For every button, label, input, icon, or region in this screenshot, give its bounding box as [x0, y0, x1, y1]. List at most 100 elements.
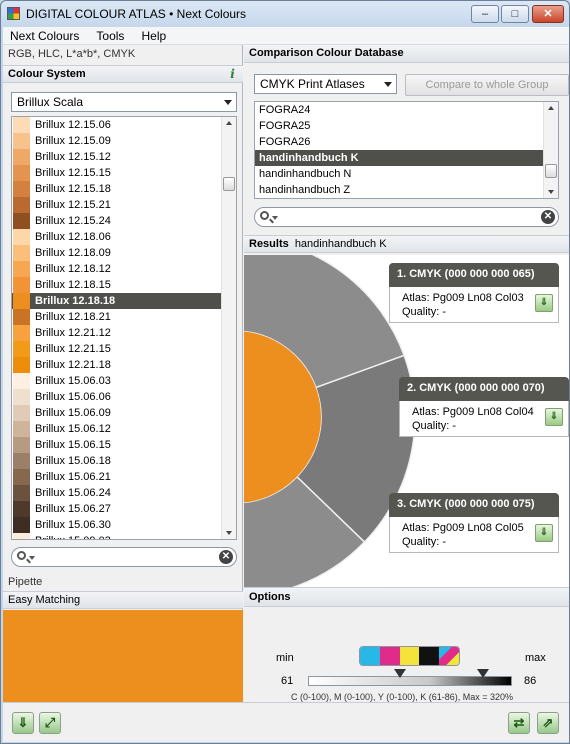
search-options-icon[interactable] — [29, 556, 35, 560]
colour-list-item[interactable]: Brillux 15.06.24 — [12, 485, 236, 501]
colour-list-item[interactable]: Brillux 12.15.15 — [12, 165, 236, 181]
clear-search-icon[interactable]: ✕ — [541, 210, 555, 224]
client-area: RGB, HLC, L*a*b*, CMYK Colour System i B… — [3, 45, 569, 742]
colour-list-item[interactable]: Brillux 12.21.15 — [12, 341, 236, 357]
colour-list-item[interactable]: Brillux 12.15.12 — [12, 149, 236, 165]
colour-list-item[interactable]: Brillux 15.06.21 — [12, 469, 236, 485]
pipette-label[interactable]: Pipette — [8, 576, 42, 588]
colour-list-item[interactable]: Brillux 12.15.06 — [12, 117, 236, 133]
result-card-2[interactable]: 2. CMYK (000 000 000 070) Atlas: Pg009 L… — [399, 377, 569, 437]
colour-list[interactable]: Brillux 12.15.06 Brillux 12.15.09 Brillux … — [11, 116, 237, 540]
database-list-item[interactable]: FOGRA25 — [255, 118, 558, 134]
colour-list-item[interactable]: Brillux 12.18.12 — [12, 261, 236, 277]
compare-whole-group-button[interactable]: Compare to whole Group — [405, 74, 569, 96]
colour-list-scrollbar[interactable] — [221, 117, 236, 539]
colour-swatch — [13, 341, 30, 357]
database-list[interactable]: FOGRA24 FOGRA25 FOGRA26 handinhandbuch Khan… — [254, 101, 559, 199]
database-list-item[interactable]: handinhandbuch K — [255, 150, 558, 166]
colour-list-label: Brillux 12.15.18 — [35, 183, 111, 195]
database-list-item[interactable]: FOGRA26 — [255, 134, 558, 150]
colour-list-item[interactable]: Brillux 12.15.24 — [12, 213, 236, 229]
colour-list-label: Brillux 12.18.06 — [35, 231, 111, 243]
colour-list-item[interactable]: Brillux 15.06.06 — [12, 389, 236, 405]
results-area: 1. CMYK (000 000 000 065) Atlas: Pg009 L… — [244, 255, 569, 587]
menu-help[interactable]: Help — [135, 27, 174, 45]
colour-list-item[interactable]: Brillux 15.06.27 — [12, 501, 236, 517]
scroll-thumb[interactable] — [223, 177, 235, 191]
database-list-item[interactable]: FOGRA24 — [255, 102, 558, 118]
database-search-input[interactable]: ✕ — [254, 207, 559, 227]
colour-swatch — [13, 309, 30, 325]
colour-list-label: Brillux 15.06.21 — [35, 471, 111, 483]
download-icon[interactable]: ⇓ — [12, 712, 34, 734]
scroll-down-icon[interactable] — [548, 190, 554, 194]
colour-list-label: Brillux 15.06.30 — [35, 519, 111, 531]
colour-list-label: Brillux 12.21.12 — [35, 327, 111, 339]
maximize-button[interactable]: □ — [501, 5, 529, 23]
database-list-item[interactable]: handinhandbuch Z — [255, 182, 558, 198]
colour-list-item[interactable]: Brillux 12.15.09 — [12, 133, 236, 149]
info-icon[interactable]: i — [226, 68, 239, 81]
slider-max-handle[interactable] — [477, 669, 490, 678]
magenta-chip[interactable] — [379, 647, 400, 665]
menu-next-colours[interactable]: Next Colours — [3, 27, 86, 45]
search-icon[interactable] — [17, 551, 26, 560]
download-icon[interactable]: ⇓ — [535, 524, 553, 542]
colour-list-item[interactable]: Brillux 12.15.18 — [12, 181, 236, 197]
menu-tools[interactable]: Tools — [89, 27, 131, 45]
colour-swatch — [13, 261, 30, 277]
colour-list-item[interactable]: Brillux 15.06.18 — [12, 453, 236, 469]
database-select[interactable]: CMYK Print Atlases — [254, 74, 397, 94]
min-value: 61 — [281, 675, 294, 687]
black-chip[interactable] — [419, 647, 440, 665]
yellow-chip[interactable] — [399, 647, 420, 665]
cyan-chip[interactable] — [360, 647, 380, 665]
expand-icon[interactable]: ⤢ — [39, 712, 61, 734]
result-card-1[interactable]: 1. CMYK (000 000 000 065) Atlas: Pg009 L… — [389, 263, 559, 323]
colour-list-item[interactable]: Brillux 12.18.18 — [12, 293, 236, 309]
colour-swatch — [13, 213, 30, 229]
colour-list-item[interactable]: Brillux 15.06.30 — [12, 517, 236, 533]
colour-list-item[interactable]: Brillux 12.18.21 — [12, 309, 236, 325]
colour-system-title: Colour System — [8, 68, 86, 80]
close-button[interactable]: ✕ — [532, 5, 564, 23]
colour-swatch — [13, 389, 30, 405]
scroll-thumb[interactable] — [545, 164, 557, 178]
colour-list-item[interactable]: Brillux 15.06.03 — [12, 373, 236, 389]
result-card-3[interactable]: 3. CMYK (000 000 000 075) Atlas: Pg009 L… — [389, 493, 559, 553]
colour-system-select[interactable]: Brillux Scala — [11, 92, 237, 112]
result-body: Atlas: Pg009 Ln08 Col04 Quality: - ⇓ — [399, 401, 569, 437]
colour-list-item[interactable]: Brillux 12.21.12 — [12, 325, 236, 341]
colour-list-item[interactable]: Brillux 12.18.09 — [12, 245, 236, 261]
mixed-chip[interactable] — [439, 647, 459, 665]
cmyk-channel-strip[interactable] — [359, 646, 460, 666]
app-window: DIGITAL COLOUR ATLAS • Next Colours – □ … — [0, 0, 570, 744]
colour-list-item[interactable]: Brillux 15.06.15 — [12, 437, 236, 453]
colour-list-label: Brillux 12.15.06 — [35, 119, 111, 131]
database-list-item[interactable]: handinhandbuch N — [255, 166, 558, 182]
minimize-button[interactable]: – — [471, 5, 499, 23]
download-icon[interactable]: ⇓ — [545, 408, 563, 426]
database-list-scrollbar[interactable] — [543, 102, 558, 198]
export-icon[interactable]: ⇗ — [537, 712, 559, 734]
colour-list-item[interactable]: Brillux 12.18.06 — [12, 229, 236, 245]
search-icon[interactable] — [260, 211, 269, 220]
scroll-down-icon[interactable] — [226, 531, 232, 535]
clear-search-icon[interactable]: ✕ — [219, 550, 233, 564]
scroll-up-icon[interactable] — [548, 106, 554, 110]
options-title: Options — [249, 591, 291, 603]
result-title: 3. CMYK (000 000 000 075) — [389, 493, 559, 517]
colour-list-item[interactable]: Brillux 12.18.15 — [12, 277, 236, 293]
colour-list-item[interactable]: Brillux 12.21.18 — [12, 357, 236, 373]
swap-icon[interactable]: ⇄ — [508, 712, 530, 734]
slider-min-handle[interactable] — [393, 669, 406, 678]
colour-list-label: Brillux 15.06.24 — [35, 487, 111, 499]
colour-list-item[interactable]: Brillux 15.09.03 — [12, 533, 236, 539]
colour-list-item[interactable]: Brillux 15.06.12 — [12, 421, 236, 437]
colour-list-item[interactable]: Brillux 12.15.21 — [12, 197, 236, 213]
colour-search-input[interactable]: ✕ — [11, 547, 237, 567]
search-options-icon[interactable] — [272, 216, 278, 220]
colour-list-item[interactable]: Brillux 15.06.09 — [12, 405, 236, 421]
download-icon[interactable]: ⇓ — [535, 294, 553, 312]
scroll-up-icon[interactable] — [226, 121, 232, 125]
